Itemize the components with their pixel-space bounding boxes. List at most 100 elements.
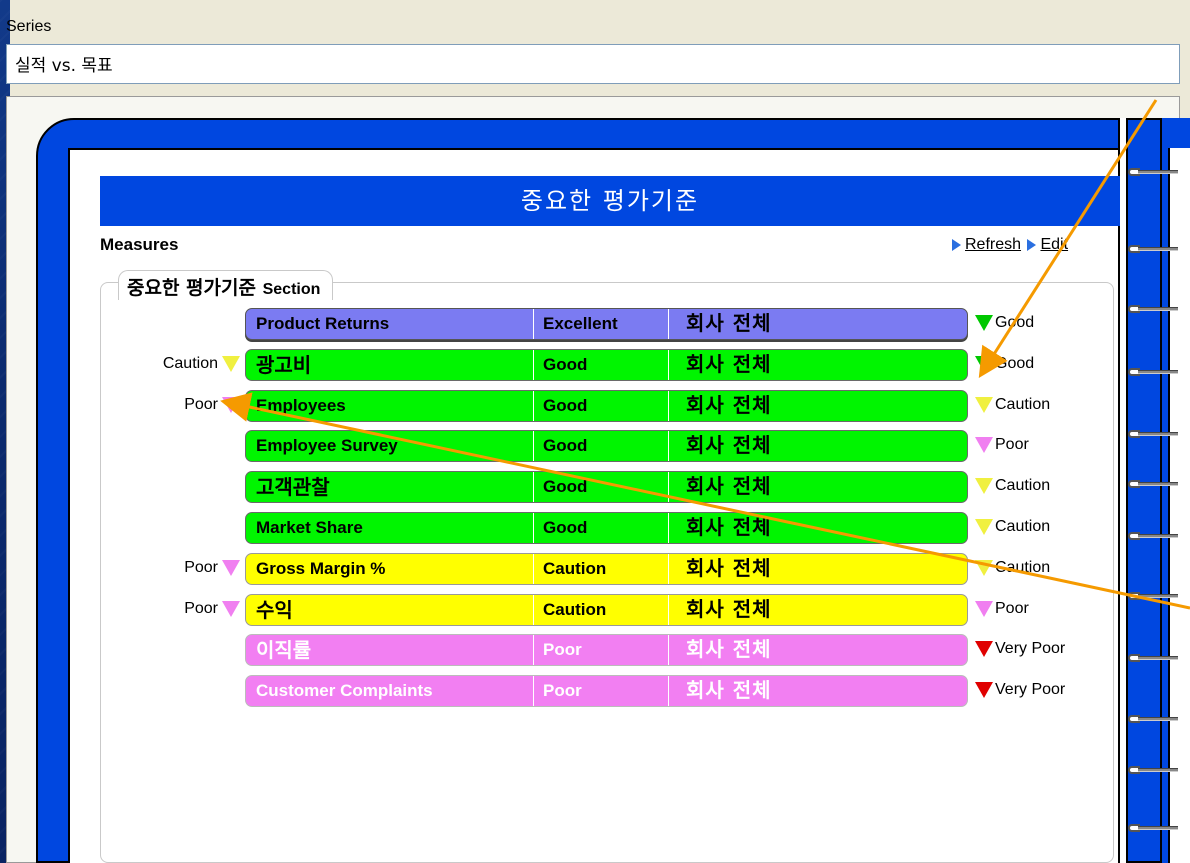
measure-row[interactable]: Product Returns Excellent 회사 전체 bbox=[245, 308, 968, 340]
trend-label: Caution bbox=[995, 396, 1051, 413]
down-triangle-icon bbox=[222, 560, 240, 576]
measure-status: Good bbox=[543, 396, 588, 415]
down-triangle-icon bbox=[975, 519, 993, 535]
down-triangle-icon bbox=[975, 560, 993, 576]
measure-scope: 회사 전체 bbox=[686, 515, 772, 539]
measure-row[interactable]: Market Share Good 회사 전체 bbox=[245, 512, 968, 544]
trend-indicator: Caution bbox=[975, 477, 1050, 495]
down-triangle-icon bbox=[975, 315, 993, 331]
measure-row[interactable]: 광고비 Good 회사 전체 bbox=[245, 349, 968, 381]
binder-ring bbox=[1128, 243, 1186, 255]
scorecard-links: Refresh Edit bbox=[952, 236, 1070, 256]
measure-name: 이직률 bbox=[256, 638, 312, 662]
down-triangle-icon bbox=[975, 437, 993, 453]
trend-indicator: Very Poor bbox=[975, 640, 1065, 658]
measure-row[interactable]: 고객관찰 Good 회사 전체 bbox=[245, 471, 968, 503]
trend-label: Poor bbox=[995, 436, 1029, 453]
measure-name: Product Returns bbox=[256, 314, 390, 333]
trend-indicator: Poor bbox=[975, 600, 1029, 618]
trend-indicator: Caution bbox=[975, 559, 1050, 577]
down-triangle-icon bbox=[222, 601, 240, 617]
measure-name: 고객관찰 bbox=[256, 475, 330, 499]
trend-indicator: Caution bbox=[975, 518, 1050, 536]
series-label: Series bbox=[6, 18, 52, 35]
trend-label: Good bbox=[995, 314, 1035, 331]
previous-indicator: Poor bbox=[100, 396, 240, 414]
measure-name: Gross Margin % bbox=[256, 559, 386, 578]
binder-ring bbox=[1128, 166, 1186, 178]
measure-name: 수익 bbox=[256, 598, 293, 622]
measure-name: Customer Complaints bbox=[256, 681, 433, 700]
down-triangle-icon bbox=[975, 478, 993, 494]
measure-scope: 회사 전체 bbox=[686, 393, 772, 417]
measure-row[interactable]: Gross Margin % Caution 회사 전체 bbox=[245, 553, 968, 585]
down-triangle-icon bbox=[975, 397, 993, 413]
measure-status: Good bbox=[543, 518, 588, 537]
trend-label: Caution bbox=[995, 518, 1051, 535]
measure-row[interactable]: 수익 Caution 회사 전체 bbox=[245, 594, 968, 626]
measure-status: Good bbox=[543, 436, 588, 455]
previous-indicator: Caution bbox=[100, 355, 240, 373]
trend-indicator: Good bbox=[975, 314, 1034, 332]
edit-link[interactable]: Edit bbox=[1027, 236, 1068, 254]
measure-status: Poor bbox=[543, 640, 582, 659]
measure-scope: 회사 전체 bbox=[686, 678, 772, 702]
trend-label: Caution bbox=[995, 559, 1051, 576]
trend-label: Caution bbox=[995, 477, 1051, 494]
measure-name: Market Share bbox=[256, 518, 363, 537]
binder-ring bbox=[1128, 822, 1186, 834]
previous-label: Caution bbox=[162, 355, 218, 372]
section-title-suffix: Section bbox=[262, 281, 321, 298]
down-triangle-icon bbox=[222, 397, 240, 413]
measure-status: Good bbox=[543, 477, 588, 496]
measure-status: Excellent bbox=[543, 314, 618, 333]
binder-ring bbox=[1128, 764, 1186, 776]
play-arrow-icon bbox=[1027, 239, 1037, 251]
down-triangle-icon bbox=[222, 356, 240, 372]
measure-row[interactable]: 이직률 Poor 회사 전체 bbox=[245, 634, 968, 666]
measure-row[interactable]: Employee Survey Good 회사 전체 bbox=[245, 430, 968, 462]
previous-label: Poor bbox=[184, 559, 218, 576]
previous-indicator: Poor bbox=[100, 559, 240, 577]
trend-label: Very Poor bbox=[995, 681, 1066, 698]
measure-name: Employees bbox=[256, 396, 346, 415]
down-triangle-icon bbox=[975, 641, 993, 657]
previous-label: Poor bbox=[184, 600, 218, 617]
binder-ring bbox=[1128, 590, 1186, 602]
binder-ring bbox=[1128, 303, 1186, 315]
section-tab: 중요한 평가기준 Section bbox=[118, 270, 334, 300]
binder-ring bbox=[1128, 478, 1186, 490]
measure-status: Good bbox=[543, 355, 588, 374]
trend-indicator: Good bbox=[975, 355, 1034, 373]
trend-indicator: Poor bbox=[975, 436, 1029, 454]
measure-scope: 회사 전체 bbox=[686, 597, 772, 621]
binder-ring bbox=[1128, 530, 1186, 542]
measure-row[interactable]: Employees Good 회사 전체 bbox=[245, 390, 968, 422]
measures-label: Measures bbox=[100, 235, 179, 254]
binder-spine bbox=[1118, 118, 1128, 863]
measure-scope: 회사 전체 bbox=[686, 637, 772, 661]
trend-indicator: Caution bbox=[975, 396, 1050, 414]
previous-label: Poor bbox=[184, 396, 218, 413]
scorecard-title: 중요한 평가기준 bbox=[100, 176, 1120, 226]
series-field[interactable]: 실적 vs. 목표 bbox=[6, 44, 1180, 84]
measure-scope: 회사 전체 bbox=[686, 352, 772, 376]
down-triangle-icon bbox=[975, 682, 993, 698]
measure-scope: 회사 전체 bbox=[686, 556, 772, 580]
measure-row[interactable]: Customer Complaints Poor 회사 전체 bbox=[245, 675, 968, 707]
down-triangle-icon bbox=[975, 356, 993, 372]
measure-name: 광고비 bbox=[256, 353, 312, 377]
binder-ring bbox=[1128, 652, 1186, 664]
binder-right-page bbox=[1168, 148, 1190, 863]
measure-scope: 회사 전체 bbox=[686, 311, 772, 335]
measure-name: Employee Survey bbox=[256, 436, 398, 455]
down-triangle-icon bbox=[975, 601, 993, 617]
trend-label: Good bbox=[995, 355, 1035, 372]
measure-scope: 회사 전체 bbox=[686, 433, 772, 457]
section-title: 중요한 평가기준 bbox=[127, 277, 256, 299]
measure-scope: 회사 전체 bbox=[686, 474, 772, 498]
refresh-link[interactable]: Refresh bbox=[952, 236, 1021, 254]
measure-status: Caution bbox=[543, 559, 607, 578]
play-arrow-icon bbox=[952, 239, 961, 251]
previous-indicator: Poor bbox=[100, 600, 240, 618]
